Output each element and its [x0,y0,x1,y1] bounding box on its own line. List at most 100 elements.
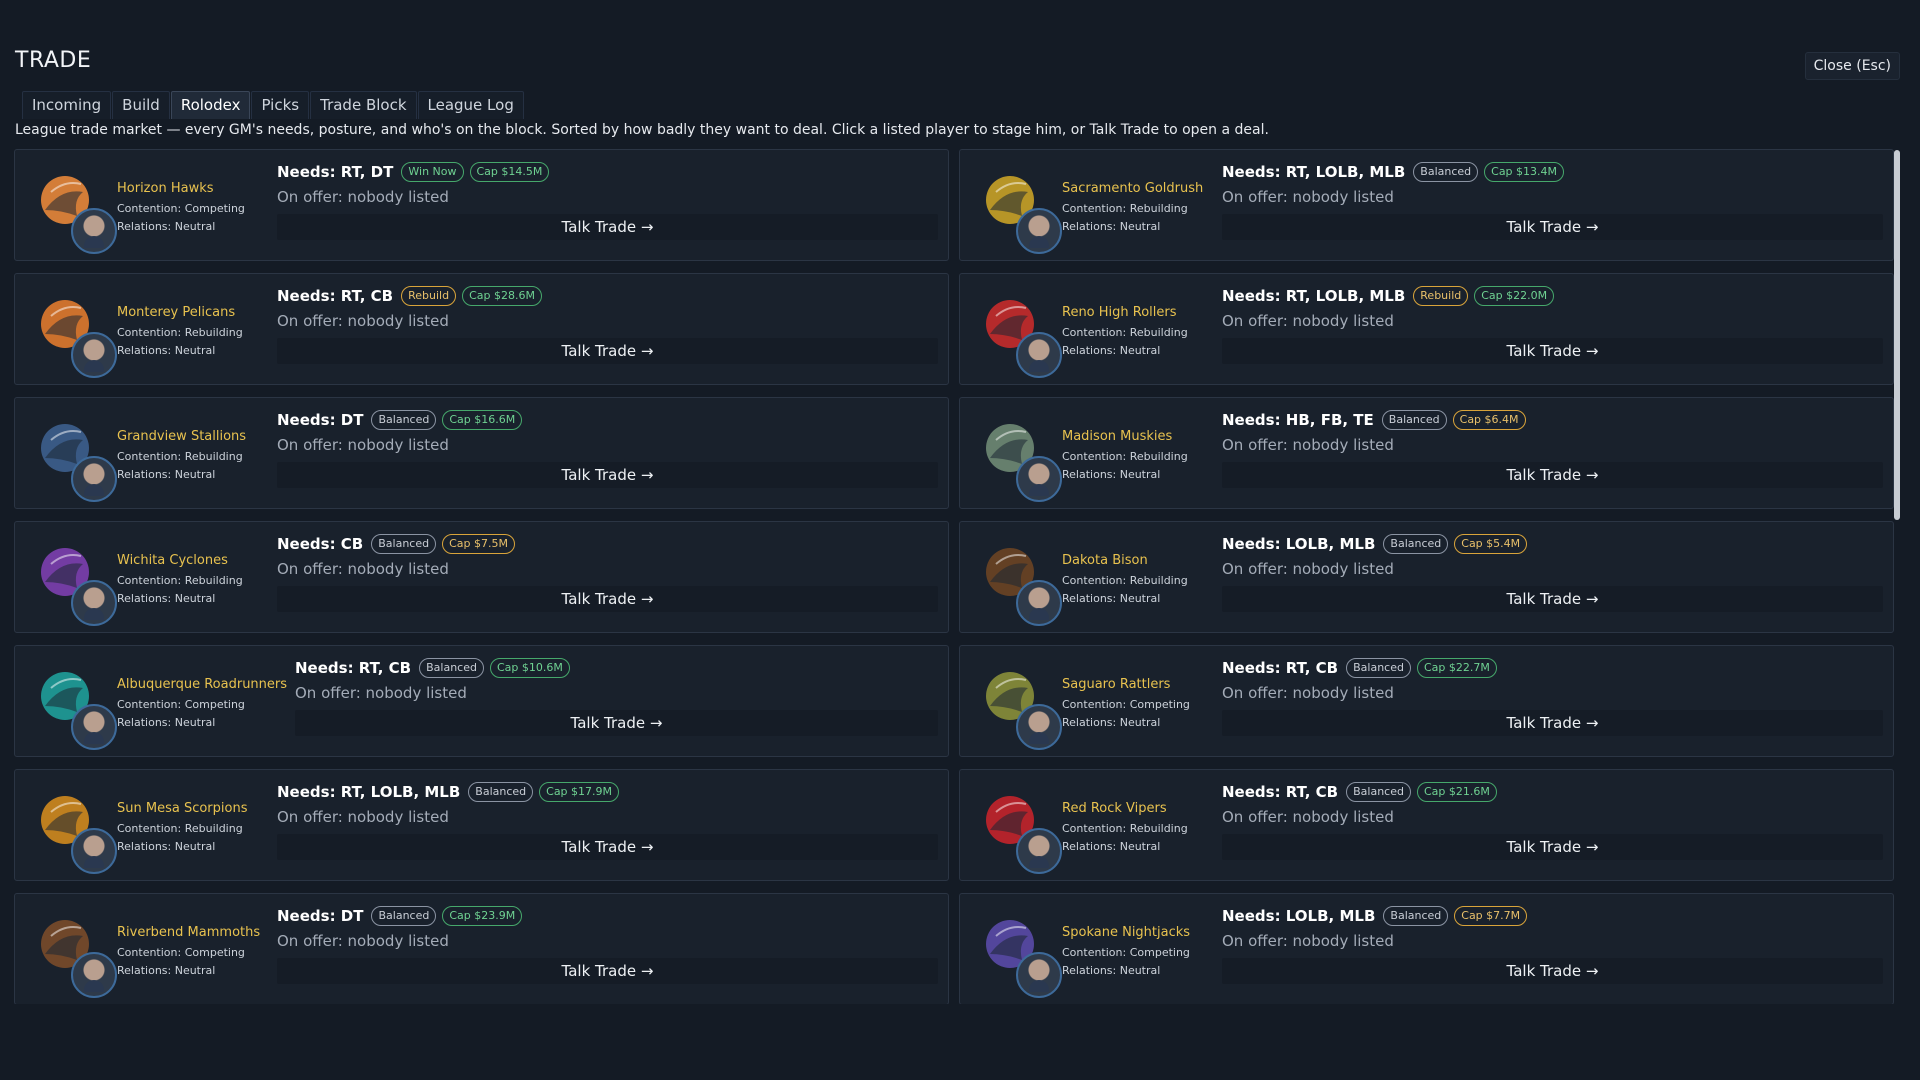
team-relations: Relations: Neutral [1062,468,1161,481]
tab-rolodex[interactable]: Rolodex [170,91,251,119]
posture-badge: Rebuild [401,286,457,306]
team-info: Red Rock Vipers Contention: Rebuilding R… [1048,770,1222,880]
tab-build[interactable]: Build [112,91,170,119]
team-info: Wichita Cyclones Contention: Rebuilding … [103,522,277,632]
team-name[interactable]: Albuquerque Roadrunners [117,677,295,692]
needs-row: Needs: LOLB, MLB Balanced Cap $7.7M [1222,905,1883,927]
team-name[interactable]: Red Rock Vipers [1062,801,1222,816]
team-contention: Contention: Rebuilding [117,326,243,339]
team-relations: Relations: Neutral [1062,220,1161,233]
talk-trade-button[interactable]: Talk Trade → [1222,710,1883,736]
team-name[interactable]: Dakota Bison [1062,553,1222,568]
team-name[interactable]: Saguaro Rattlers [1062,677,1222,692]
team-detail: Needs: RT, LOLB, MLB Balanced Cap $17.9M… [277,770,948,880]
tab-trade-block[interactable]: Trade Block [310,91,417,119]
team-name[interactable]: Wichita Cyclones [117,553,277,568]
talk-trade-button[interactable]: Talk Trade → [277,214,938,240]
talk-trade-button[interactable]: Talk Trade → [1222,338,1883,364]
cap-badge: Cap $23.9M [442,906,523,926]
team-logo-area [15,522,117,632]
cap-badge: Cap $13.4M [1484,162,1565,182]
cap-badge: Cap $16.6M [442,410,523,430]
team-logo-area [960,274,1062,384]
talk-trade-button[interactable]: Talk Trade → [277,958,938,984]
tab-picks[interactable]: Picks [251,91,310,119]
team-needs: Needs: DT [277,411,364,429]
team-relations: Relations: Neutral [1062,716,1161,729]
team-contention: Contention: Rebuilding [1062,822,1188,835]
team-needs: Needs: RT, CB [1222,659,1339,677]
team-name[interactable]: Monterey Pelicans [117,305,277,320]
team-contention: Contention: Rebuilding [117,450,243,463]
team-needs: Needs: RT, CB [277,287,394,305]
team-contention: Contention: Rebuilding [1062,202,1188,215]
team-relations: Relations: Neutral [117,344,216,357]
tab-incoming[interactable]: Incoming [22,91,112,119]
talk-trade-button[interactable]: Talk Trade → [1222,834,1883,860]
team-info: Albuquerque Roadrunners Contention: Comp… [103,646,295,756]
talk-trade-button[interactable]: Talk Trade → [277,462,938,488]
gm-avatar [1016,208,1062,254]
team-relations: Relations: Neutral [1062,964,1161,977]
talk-trade-button[interactable]: Talk Trade → [277,586,938,612]
tab-bar: Incoming Build Rolodex Picks Trade Block… [22,91,525,119]
posture-badge: Balanced [1346,782,1411,802]
gm-avatar [1016,704,1062,750]
team-needs: Needs: RT, LOLB, MLB [1222,163,1406,181]
on-offer-text: On offer: nobody listed [277,312,449,330]
talk-trade-button[interactable]: Talk Trade → [1222,214,1883,240]
team-name[interactable]: Sacramento Goldrush [1062,181,1222,196]
talk-trade-button[interactable]: Talk Trade → [1222,462,1883,488]
gm-avatar [1016,828,1062,874]
cap-badge: Cap $17.9M [539,782,620,802]
gm-avatar [1016,332,1062,378]
team-name[interactable]: Riverbend Mammoths [117,925,277,940]
team-needs: Needs: RT, CB [295,659,412,677]
posture-badge: Balanced [419,658,484,678]
gm-avatar [1016,952,1062,998]
needs-row: Needs: RT, CB Rebuild Cap $28.6M [277,285,938,307]
talk-trade-button[interactable]: Talk Trade → [277,834,938,860]
team-info: Madison Muskies Contention: Rebuilding R… [1048,398,1222,508]
needs-row: Needs: CB Balanced Cap $7.5M [277,533,938,555]
team-card: Madison Muskies Contention: Rebuilding R… [959,397,1894,509]
on-offer-text: On offer: nobody listed [1222,312,1394,330]
needs-row: Needs: RT, CB Balanced Cap $10.6M [295,657,938,679]
cap-badge: Cap $21.6M [1416,782,1497,802]
team-contention: Contention: Competing [1062,698,1190,711]
scrollbar-thumb[interactable] [1894,150,1900,520]
talk-trade-button[interactable]: Talk Trade → [277,338,938,364]
team-card: Saguaro Rattlers Contention: Competing R… [959,645,1894,757]
team-name[interactable]: Horizon Hawks [117,181,277,196]
team-card: Horizon Hawks Contention: Competing Rela… [14,149,949,261]
posture-badge: Balanced [1383,534,1449,554]
team-contention: Contention: Rebuilding [1062,450,1188,463]
talk-trade-button[interactable]: Talk Trade → [1222,586,1883,612]
team-name[interactable]: Grandview Stallions [117,429,277,444]
team-card: Spokane Nightjacks Contention: Competing… [959,893,1894,1004]
talk-trade-button[interactable]: Talk Trade → [1222,958,1883,984]
close-button[interactable]: Close (Esc) [1804,52,1900,80]
team-detail: Needs: RT, DT Win Now Cap $14.5M On offe… [277,150,948,260]
team-logo-area [15,646,117,756]
posture-badge: Balanced [1413,162,1479,182]
team-name[interactable]: Sun Mesa Scorpions [117,801,277,816]
gm-avatar [1016,580,1062,626]
posture-badge: Balanced [1381,410,1447,430]
team-info: Riverbend Mammoths Contention: Competing… [103,894,277,1004]
team-name[interactable]: Reno High Rollers [1062,305,1222,320]
team-logo-area [15,398,117,508]
team-info: Spokane Nightjacks Contention: Competing… [1048,894,1222,1004]
team-name[interactable]: Madison Muskies [1062,429,1222,444]
team-card: Riverbend Mammoths Contention: Competing… [14,893,949,1004]
on-offer-text: On offer: nobody listed [1222,436,1394,454]
team-name[interactable]: Spokane Nightjacks [1062,925,1222,940]
talk-trade-button[interactable]: Talk Trade → [295,710,938,736]
gm-avatar [71,208,117,254]
team-card: Red Rock Vipers Contention: Rebuilding R… [959,769,1894,881]
team-detail: Needs: RT, CB Balanced Cap $22.7M On off… [1222,646,1893,756]
team-contention: Contention: Rebuilding [117,574,243,587]
team-relations: Relations: Neutral [117,592,216,605]
tab-league-log[interactable]: League Log [417,91,524,119]
team-detail: Needs: RT, LOLB, MLB Balanced Cap $13.4M… [1222,150,1893,260]
